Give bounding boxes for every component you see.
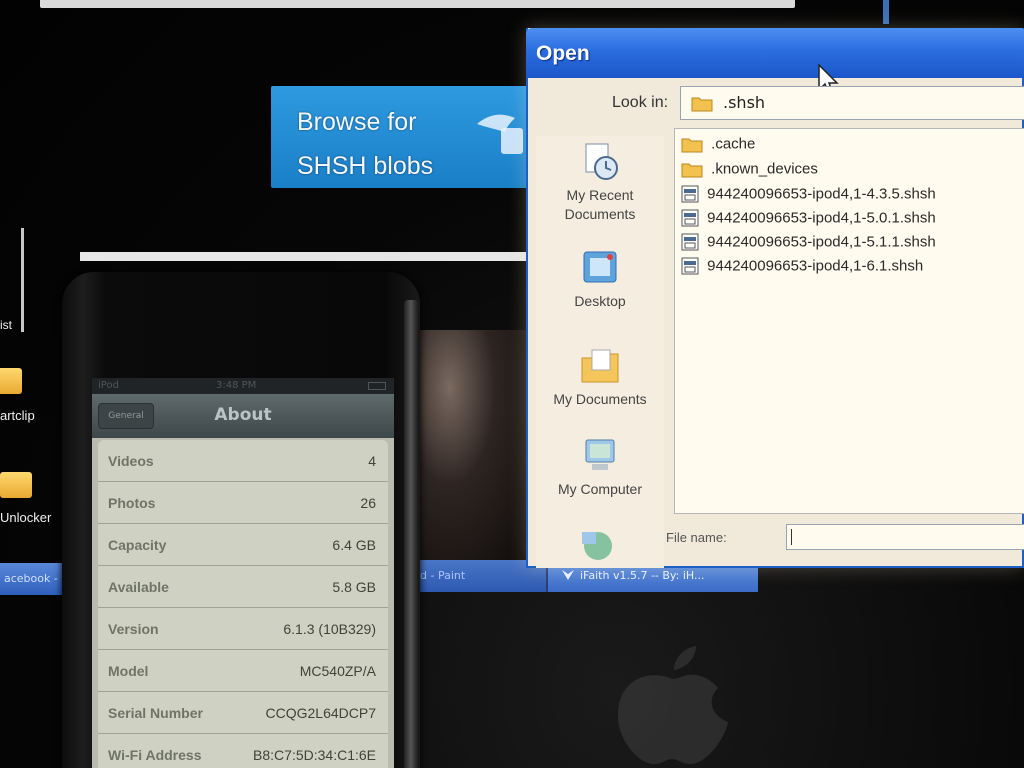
window-stripe: [80, 252, 530, 261]
left-window-edge: [0, 228, 24, 332]
recent-documents-icon: [585, 143, 618, 180]
desktop-icon: [583, 251, 617, 283]
taskbar-item-facebook[interactable]: acebook -: [0, 563, 62, 595]
row-label: Available: [108, 579, 169, 595]
table-row: Photos 26: [98, 482, 388, 524]
place-label: My Documents: [553, 391, 647, 407]
look-in-dropdown[interactable]: .shsh: [680, 86, 1024, 120]
desktop-icon-label-1[interactable]: artclip: [0, 408, 35, 423]
file-item-shsh[interactable]: 944240096653-ipod4,1-5.1.1.shsh: [681, 233, 936, 257]
place-label: My Recent Documents: [564, 187, 636, 222]
row-value: 5.8 GB: [332, 579, 376, 595]
banner-line-2: SHSH blobs: [297, 152, 434, 180]
ipod-screen: iPod 3:48 PM General About Videos 4 Photo…: [92, 378, 394, 768]
file-name-label: File name:: [666, 530, 727, 545]
left-edge-text: ist: [0, 318, 12, 332]
top-window-edge: [40, 0, 795, 8]
file-icon: [681, 233, 699, 251]
place-recent-documents[interactable]: My Recent Documents: [536, 142, 664, 224]
top-blue-line: [883, 0, 889, 24]
table-row: Version 6.1.3 (10B329): [98, 608, 388, 650]
row-value: 6.1.3 (10B329): [283, 621, 376, 637]
network-places-icon[interactable]: [578, 526, 618, 562]
look-in-label: Look in:: [612, 94, 669, 111]
row-value: 26: [360, 495, 376, 511]
row-label: Photos: [108, 495, 156, 511]
folder-icon[interactable]: [0, 368, 22, 394]
place-my-documents[interactable]: My Documents: [536, 346, 664, 409]
row-value: 6.4 GB: [332, 537, 376, 553]
apple-logo-icon: [617, 646, 728, 765]
row-value: 4: [368, 453, 376, 469]
desktop-icon-label-2[interactable]: Unlocker: [0, 510, 51, 525]
ipod-side-rim: [404, 300, 418, 768]
bird-icon: [477, 114, 523, 154]
ios-nav-bar: General About: [92, 394, 394, 438]
row-label: Serial Number: [108, 705, 203, 721]
browse-shsh-banner[interactable]: Browse for SHSH blobs: [271, 86, 533, 188]
file-name: .known_devices: [711, 160, 818, 178]
place-my-computer[interactable]: My Computer: [536, 436, 664, 499]
file-item-shsh[interactable]: 944240096653-ipod4,1-4.3.5.shsh: [681, 185, 936, 209]
text-caret: [791, 529, 792, 545]
file-name: 944240096653-ipod4,1-5.1.1.shsh: [707, 233, 936, 251]
banner-line-1: Browse for: [297, 108, 417, 136]
file-icon: [681, 185, 699, 203]
folder-icon: [691, 97, 713, 112]
file-name: 944240096653-ipod4,1-5.0.1.shsh: [707, 209, 936, 227]
table-row: Wi-Fi Address B8:C7:5D:34:C1:6E: [98, 734, 388, 768]
look-in-value: .shsh: [723, 93, 766, 112]
status-carrier: iPod: [98, 380, 119, 391]
ifaith-icon: [562, 570, 574, 580]
file-name: 944240096653-ipod4,1-4.3.5.shsh: [707, 185, 936, 203]
file-name-input[interactable]: [786, 524, 1024, 550]
table-row: Model MC540ZP/A: [98, 650, 388, 692]
file-item-folder[interactable]: .cache: [681, 135, 755, 159]
dialog-titlebar[interactable]: Open: [526, 28, 1024, 78]
row-label: Videos: [108, 453, 154, 469]
file-name: 944240096653-ipod4,1-6.1.shsh: [707, 257, 924, 275]
folder-icon: [681, 163, 703, 178]
about-table: Videos 4 Photos 26 Capacity 6.4 GB Availabl…: [98, 440, 388, 768]
file-icon: [681, 257, 699, 275]
my-documents-icon: [581, 349, 619, 383]
photo-window: [415, 330, 530, 560]
folder-icon: [681, 138, 703, 153]
ios-status-bar: iPod 3:48 PM: [92, 378, 394, 394]
row-value: CCQG2L64DCP7: [265, 705, 377, 721]
file-item-shsh[interactable]: 944240096653-ipod4,1-6.1.shsh: [681, 257, 923, 281]
row-value: B8:C7:5D:34:C1:6E: [253, 747, 376, 763]
file-item-shsh[interactable]: 944240096653-ipod4,1-5.0.1.shsh: [681, 209, 936, 233]
file-icon: [681, 209, 699, 227]
table-row: Available 5.8 GB: [98, 566, 388, 608]
table-row: Videos 4: [98, 440, 388, 482]
place-label: My Computer: [557, 481, 643, 497]
row-label: Model: [108, 663, 149, 679]
battery-icon: [368, 382, 386, 390]
place-desktop[interactable]: Desktop: [536, 248, 664, 311]
row-label: Capacity: [108, 537, 167, 553]
place-label: Desktop: [574, 293, 626, 309]
row-value: MC540ZP/A: [299, 663, 376, 679]
open-dialog: Open Look in: .shsh My Recent Documents …: [526, 28, 1024, 568]
folder-icon[interactable]: [0, 472, 32, 498]
places-bar: My Recent Documents Desktop My Documents: [536, 136, 664, 568]
file-list[interactable]: .cache .known_devices 944240096653-ipod4…: [674, 128, 1024, 514]
taskbar-item-ifaith-label: iFaith v1.5.7 -- By: iH...: [580, 569, 705, 582]
row-label: Wi-Fi Address: [108, 747, 202, 763]
banner-text: Browse for SHSH blobs: [297, 100, 497, 188]
dialog-title: Open: [536, 42, 590, 65]
file-name: .cache: [711, 135, 756, 153]
file-item-folder[interactable]: .known_devices: [681, 160, 818, 184]
my-computer-icon: [585, 439, 615, 470]
table-row: Capacity 6.4 GB: [98, 524, 388, 566]
status-time: 3:48 PM: [216, 380, 257, 391]
row-label: Version: [108, 621, 159, 637]
nav-title: About: [214, 405, 272, 425]
table-row: Serial Number CCQG2L64DCP7: [98, 692, 388, 734]
